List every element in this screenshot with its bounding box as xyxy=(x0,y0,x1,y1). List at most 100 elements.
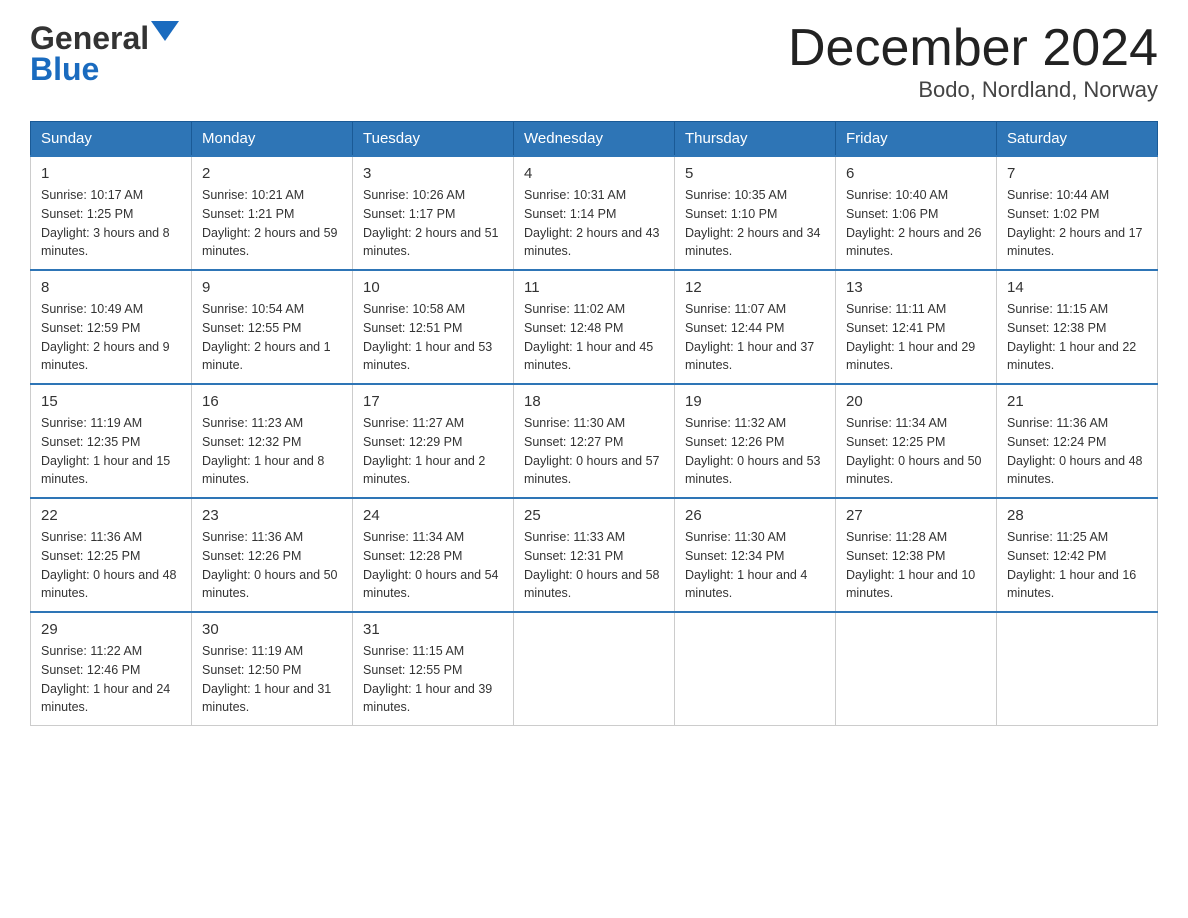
col-friday: Friday xyxy=(836,122,997,157)
day-number: 23 xyxy=(202,507,342,524)
table-row: 29 Sunrise: 11:22 AMSunset: 12:46 PMDayli… xyxy=(31,612,192,726)
col-saturday: Saturday xyxy=(997,122,1158,157)
day-number: 28 xyxy=(1007,507,1147,524)
day-number: 29 xyxy=(41,621,181,638)
day-number: 10 xyxy=(363,279,503,296)
table-row: 1 Sunrise: 10:17 AMSunset: 1:25 PMDayligh… xyxy=(31,156,192,270)
day-number: 19 xyxy=(685,393,825,410)
day-number: 7 xyxy=(1007,165,1147,182)
page-header: General Blue December 2024 Bodo, Nordlan… xyxy=(30,20,1158,103)
day-info: Sunrise: 10:26 AMSunset: 1:17 PMDaylight… xyxy=(363,186,503,261)
day-info: Sunrise: 11:15 AMSunset: 12:55 PMDayligh… xyxy=(363,642,503,717)
table-row: 12 Sunrise: 11:07 AMSunset: 12:44 PMDayli… xyxy=(675,270,836,384)
logo: General Blue xyxy=(30,20,179,88)
day-number: 31 xyxy=(363,621,503,638)
calendar-table: Sunday Monday Tuesday Wednesday Thursday… xyxy=(30,121,1158,726)
day-info: Sunrise: 10:54 AMSunset: 12:55 PMDayligh… xyxy=(202,300,342,375)
table-row: 25 Sunrise: 11:33 AMSunset: 12:31 PMDayli… xyxy=(514,498,675,612)
day-number: 15 xyxy=(41,393,181,410)
day-number: 26 xyxy=(685,507,825,524)
table-row: 31 Sunrise: 11:15 AMSunset: 12:55 PMDayli… xyxy=(353,612,514,726)
table-row xyxy=(514,612,675,726)
day-info: Sunrise: 11:30 AMSunset: 12:27 PMDayligh… xyxy=(524,414,664,489)
day-number: 24 xyxy=(363,507,503,524)
day-info: Sunrise: 10:49 AMSunset: 12:59 PMDayligh… xyxy=(41,300,181,375)
day-info: Sunrise: 11:28 AMSunset: 12:38 PMDayligh… xyxy=(846,528,986,603)
day-number: 17 xyxy=(363,393,503,410)
table-row: 20 Sunrise: 11:34 AMSunset: 12:25 PMDayli… xyxy=(836,384,997,498)
table-row: 8 Sunrise: 10:49 AMSunset: 12:59 PMDaylig… xyxy=(31,270,192,384)
table-row: 27Sunrise: 11:28 AMSunset: 12:38 PMDayli… xyxy=(836,498,997,612)
logo-blue-text: Blue xyxy=(30,51,99,88)
day-info: Sunrise: 11:33 AMSunset: 12:31 PMDayligh… xyxy=(524,528,664,603)
day-info: Sunrise: 11:36 AMSunset: 12:25 PMDayligh… xyxy=(41,528,181,603)
day-info: Sunrise: 11:36 AMSunset: 12:24 PMDayligh… xyxy=(1007,414,1147,489)
day-info: Sunrise: 11:32 AMSunset: 12:26 PMDayligh… xyxy=(685,414,825,489)
table-row: 9Sunrise: 10:54 AMSunset: 12:55 PMDaylig… xyxy=(192,270,353,384)
table-row: 19 Sunrise: 11:32 AMSunset: 12:26 PMDayli… xyxy=(675,384,836,498)
day-info: Sunrise: 11:11 AMSunset: 12:41 PMDayligh… xyxy=(846,300,986,375)
calendar-subtitle: Bodo, Nordland, Norway xyxy=(788,77,1158,103)
day-info: Sunrise: 11:07 AMSunset: 12:44 PMDayligh… xyxy=(685,300,825,375)
table-row: 18Sunrise: 11:30 AMSunset: 12:27 PMDayli… xyxy=(514,384,675,498)
table-row: 3 Sunrise: 10:26 AMSunset: 1:17 PMDayligh… xyxy=(353,156,514,270)
day-number: 3 xyxy=(363,165,503,182)
day-info: Sunrise: 11:22 AMSunset: 12:46 PMDayligh… xyxy=(41,642,181,717)
day-number: 14 xyxy=(1007,279,1147,296)
table-row xyxy=(836,612,997,726)
table-row: 16 Sunrise: 11:23 AMSunset: 12:32 PMDayli… xyxy=(192,384,353,498)
day-info: Sunrise: 11:36 AMSunset: 12:26 PMDayligh… xyxy=(202,528,342,603)
day-info: Sunrise: 11:25 AMSunset: 12:42 PMDayligh… xyxy=(1007,528,1147,603)
day-number: 12 xyxy=(685,279,825,296)
day-info: Sunrise: 11:15 AMSunset: 12:38 PMDayligh… xyxy=(1007,300,1147,375)
week-row-2: 8 Sunrise: 10:49 AMSunset: 12:59 PMDaylig… xyxy=(31,270,1158,384)
table-row xyxy=(675,612,836,726)
table-row: 23 Sunrise: 11:36 AMSunset: 12:26 PMDayli… xyxy=(192,498,353,612)
day-info: Sunrise: 11:34 AMSunset: 12:28 PMDayligh… xyxy=(363,528,503,603)
day-info: Sunrise: 11:19 AMSunset: 12:35 PMDayligh… xyxy=(41,414,181,489)
day-info: Sunrise: 10:58 AMSunset: 12:51 PMDayligh… xyxy=(363,300,503,375)
day-info: Sunrise: 11:34 AMSunset: 12:25 PMDayligh… xyxy=(846,414,986,489)
day-number: 21 xyxy=(1007,393,1147,410)
col-tuesday: Tuesday xyxy=(353,122,514,157)
table-row: 21 Sunrise: 11:36 AMSunset: 12:24 PMDayli… xyxy=(997,384,1158,498)
day-number: 22 xyxy=(41,507,181,524)
day-info: Sunrise: 10:31 AMSunset: 1:14 PMDaylight… xyxy=(524,186,664,261)
week-row-1: 1 Sunrise: 10:17 AMSunset: 1:25 PMDayligh… xyxy=(31,156,1158,270)
day-number: 1 xyxy=(41,165,181,182)
day-number: 6 xyxy=(846,165,986,182)
day-number: 20 xyxy=(846,393,986,410)
table-row: 14 Sunrise: 11:15 AMSunset: 12:38 PMDayli… xyxy=(997,270,1158,384)
day-number: 25 xyxy=(524,507,664,524)
day-info: Sunrise: 10:17 AMSunset: 1:25 PMDaylight… xyxy=(41,186,181,261)
table-row: 28 Sunrise: 11:25 AMSunset: 12:42 PMDayli… xyxy=(997,498,1158,612)
day-number: 8 xyxy=(41,279,181,296)
day-info: Sunrise: 10:35 AMSunset: 1:10 PMDaylight… xyxy=(685,186,825,261)
day-number: 16 xyxy=(202,393,342,410)
day-number: 4 xyxy=(524,165,664,182)
table-row: 2Sunrise: 10:21 AMSunset: 1:21 PMDayligh… xyxy=(192,156,353,270)
logo-triangle-icon xyxy=(151,21,179,49)
title-block: December 2024 Bodo, Nordland, Norway xyxy=(788,20,1158,103)
table-row: 22 Sunrise: 11:36 AMSunset: 12:25 PMDayli… xyxy=(31,498,192,612)
table-row: 10 Sunrise: 10:58 AMSunset: 12:51 PMDayli… xyxy=(353,270,514,384)
day-info: Sunrise: 10:21 AMSunset: 1:21 PMDaylight… xyxy=(202,186,342,261)
day-info: Sunrise: 11:19 AMSunset: 12:50 PMDayligh… xyxy=(202,642,342,717)
day-info: Sunrise: 10:40 AMSunset: 1:06 PMDaylight… xyxy=(846,186,986,261)
week-row-5: 29 Sunrise: 11:22 AMSunset: 12:46 PMDayli… xyxy=(31,612,1158,726)
day-info: Sunrise: 11:02 AMSunset: 12:48 PMDayligh… xyxy=(524,300,664,375)
table-row: 17 Sunrise: 11:27 AMSunset: 12:29 PMDayli… xyxy=(353,384,514,498)
day-number: 5 xyxy=(685,165,825,182)
day-info: Sunrise: 11:30 AMSunset: 12:34 PMDayligh… xyxy=(685,528,825,603)
col-thursday: Thursday xyxy=(675,122,836,157)
table-row: 6 Sunrise: 10:40 AMSunset: 1:06 PMDayligh… xyxy=(836,156,997,270)
table-row: 7Sunrise: 10:44 AMSunset: 1:02 PMDayligh… xyxy=(997,156,1158,270)
day-number: 11 xyxy=(524,279,664,296)
day-info: Sunrise: 11:27 AMSunset: 12:29 PMDayligh… xyxy=(363,414,503,489)
table-row xyxy=(997,612,1158,726)
calendar-title: December 2024 xyxy=(788,20,1158,77)
day-info: Sunrise: 11:23 AMSunset: 12:32 PMDayligh… xyxy=(202,414,342,489)
calendar-header-row: Sunday Monday Tuesday Wednesday Thursday… xyxy=(31,122,1158,157)
col-wednesday: Wednesday xyxy=(514,122,675,157)
table-row: 4 Sunrise: 10:31 AMSunset: 1:14 PMDayligh… xyxy=(514,156,675,270)
